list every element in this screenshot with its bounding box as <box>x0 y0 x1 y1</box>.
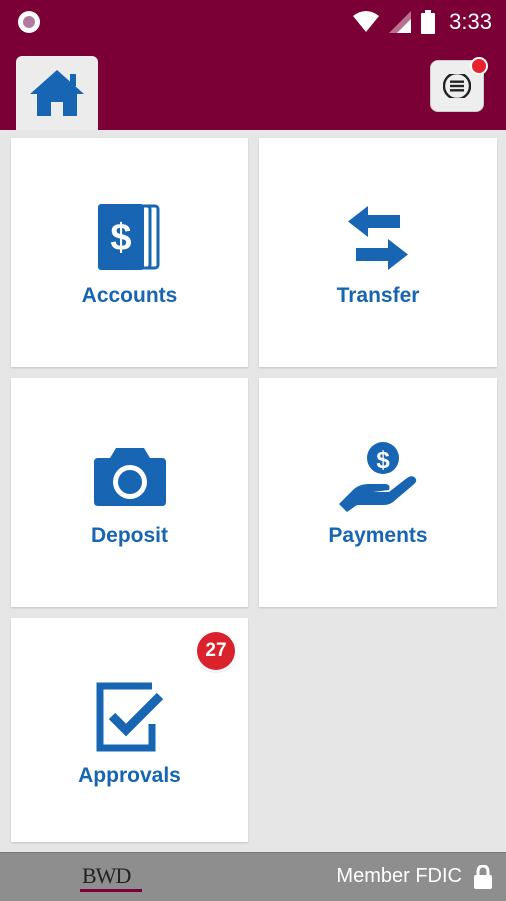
tile-approvals[interactable]: Approvals 27 <box>11 618 248 842</box>
tile-label-deposit: Deposit <box>90 524 168 547</box>
status-time: 3:33 <box>449 9 492 34</box>
tile-label-approvals: Approvals <box>78 764 181 787</box>
menu-button[interactable] <box>430 57 488 112</box>
logo-underline <box>80 889 142 892</box>
transfer-arrows-icon <box>348 206 408 270</box>
lock-icon <box>474 865 492 889</box>
wifi-icon <box>353 11 380 32</box>
hamburger-menu-icon <box>443 74 471 98</box>
status-icons: 3:33 <box>353 0 492 44</box>
footer: BWD Member FDIC <box>0 852 506 901</box>
tile-payments[interactable]: $ Payments <box>259 378 497 607</box>
tile-transfer[interactable]: Transfer <box>259 138 497 367</box>
bwd-logo: BWD <box>82 863 131 888</box>
home-tab[interactable] <box>16 56 98 130</box>
checkbox-check-icon <box>96 682 163 752</box>
app-bar <box>0 44 506 130</box>
hand-coin-icon: $ <box>339 442 417 512</box>
camera-icon <box>93 448 166 506</box>
menu-notification-dot <box>470 57 488 75</box>
notification-dot-icon <box>18 11 40 33</box>
tile-deposit[interactable]: Deposit <box>11 378 248 607</box>
approvals-count-badge: 27 <box>197 632 235 670</box>
svg-text:$: $ <box>376 447 390 474</box>
accounts-dollar-cards-icon: $ <box>97 204 159 270</box>
home-icon <box>30 70 84 116</box>
tile-accounts[interactable]: $ Accounts <box>11 138 248 367</box>
svg-text:$: $ <box>110 217 131 259</box>
tile-label-transfer: Transfer <box>336 284 420 307</box>
tile-label-payments: Payments <box>328 524 428 547</box>
member-fdic-text: Member FDIC <box>336 865 462 887</box>
battery-icon <box>421 10 436 34</box>
status-bar: 3:33 <box>0 0 506 44</box>
tile-label-accounts: Accounts <box>81 284 178 307</box>
cell-signal-icon <box>389 11 412 33</box>
